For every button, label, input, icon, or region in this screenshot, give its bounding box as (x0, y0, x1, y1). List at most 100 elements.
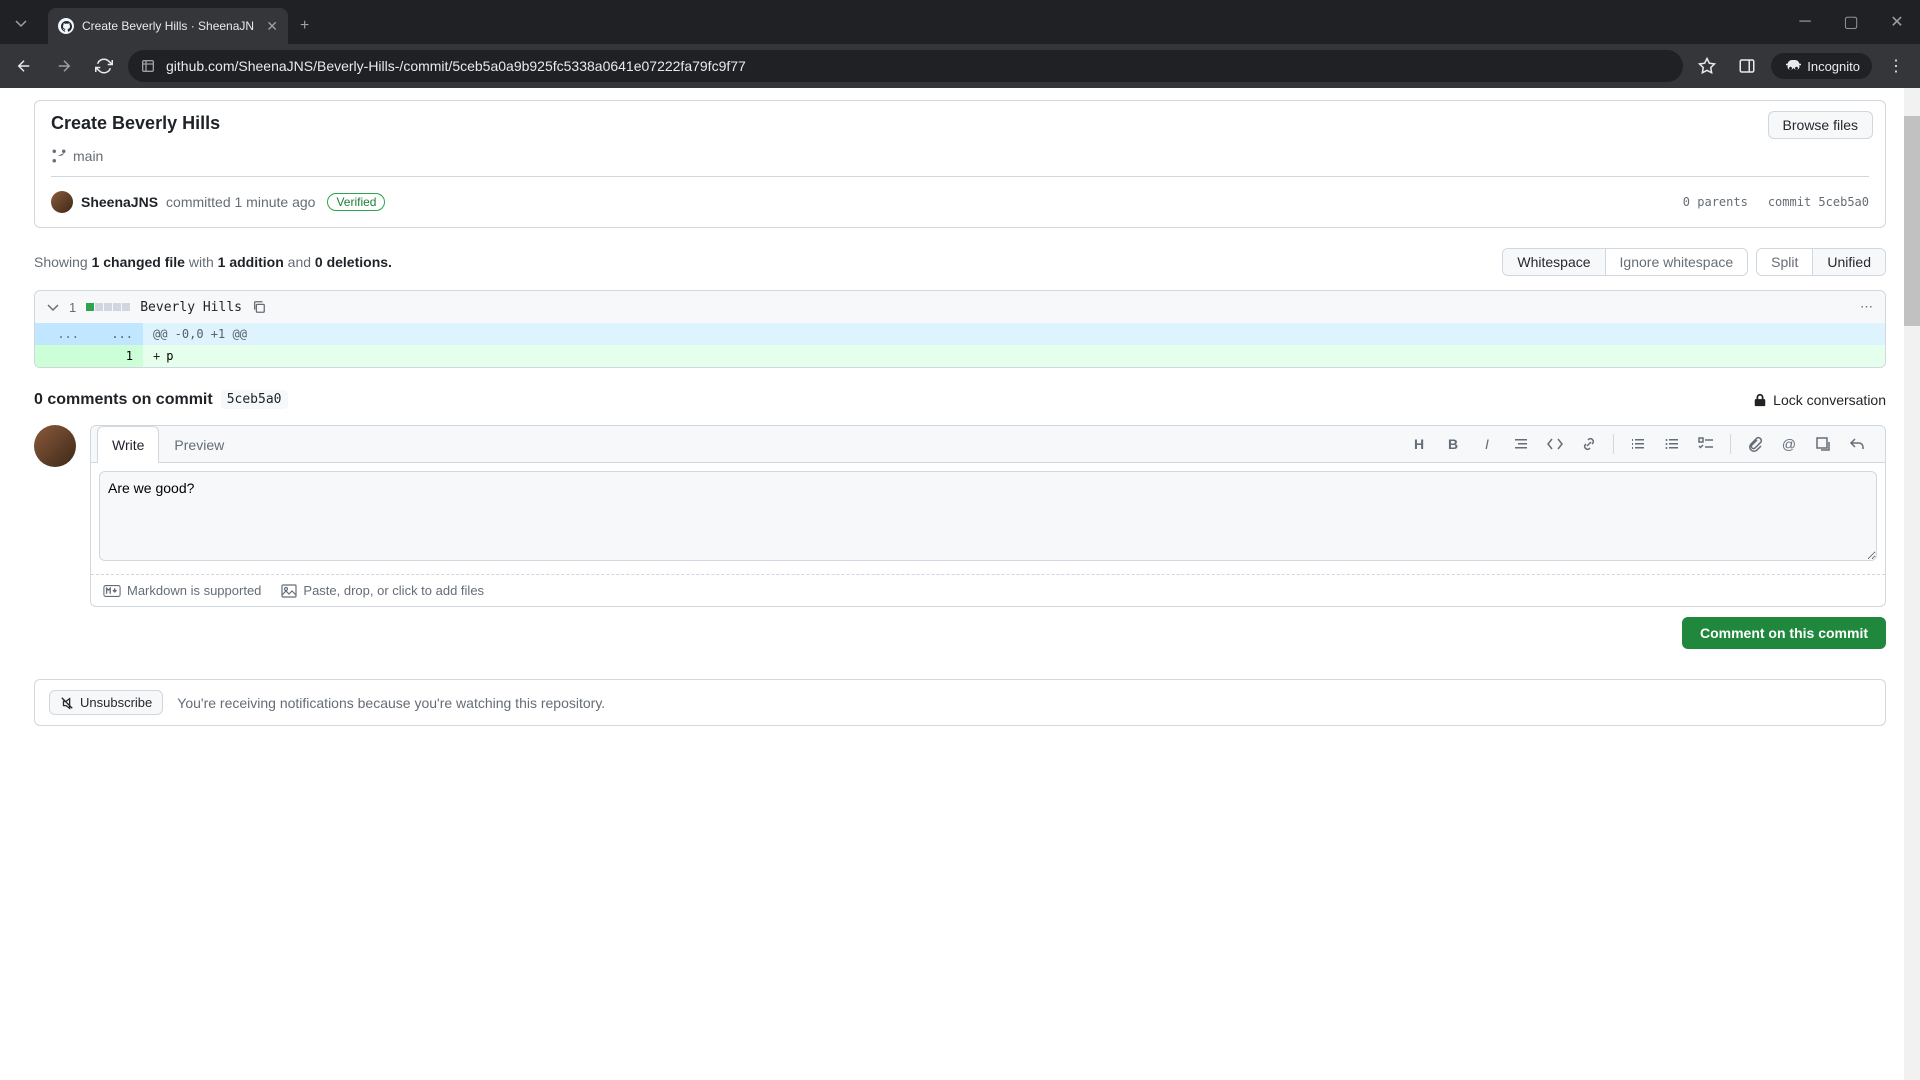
split-button[interactable]: Split (1757, 249, 1812, 275)
commit-header: Create Beverly Hills Browse files main S… (34, 100, 1886, 228)
copy-path-icon[interactable] (252, 300, 266, 314)
quote-icon[interactable] (1505, 428, 1537, 460)
browser-menu-icon[interactable]: ⋮ (1880, 50, 1912, 82)
comments-heading: 0 comments on commit 5ceb5a0 Lock conver… (34, 390, 1886, 409)
markdown-help-link[interactable]: Markdown is supported (103, 583, 261, 598)
ordered-list-icon[interactable] (1622, 428, 1654, 460)
diff-stats-text: Showing 1 changed file with 1 addition a… (34, 254, 392, 270)
verified-badge[interactable]: Verified (327, 193, 385, 211)
current-user-avatar[interactable] (34, 425, 76, 467)
branch-row: main (51, 148, 1869, 164)
reply-icon[interactable] (1841, 428, 1873, 460)
new-tab-button[interactable]: + (288, 8, 321, 44)
browse-files-button[interactable]: Browse files (1768, 111, 1873, 139)
expand-down-icon[interactable]: ... (89, 323, 143, 345)
unordered-list-icon[interactable] (1656, 428, 1688, 460)
author-name[interactable]: SheenaJNS (81, 194, 158, 210)
address-bar[interactable]: github.com/SheenaJNS/Beverly-Hills-/comm… (128, 50, 1683, 82)
collapse-file-icon[interactable] (47, 301, 59, 313)
hunk-header: ... ... @@ -0,0 +1 @@ (35, 323, 1885, 345)
ignore-whitespace-button[interactable]: Ignore whitespace (1605, 249, 1748, 275)
diff-stat-squares (86, 303, 130, 311)
whitespace-button[interactable]: Whitespace (1503, 249, 1604, 275)
write-tab[interactable]: Write (97, 426, 159, 463)
branch-icon (51, 148, 67, 164)
vertical-scrollbar[interactable] (1904, 88, 1920, 1080)
tab-close-icon[interactable]: ✕ (266, 18, 278, 35)
reload-button[interactable] (88, 50, 120, 82)
incognito-badge[interactable]: Incognito (1771, 53, 1872, 79)
italic-icon[interactable]: I (1471, 428, 1503, 460)
maximize-button[interactable]: ▢ (1828, 0, 1874, 44)
mute-icon (60, 696, 74, 710)
diff-stats-row: Showing 1 changed file with 1 addition a… (34, 248, 1886, 276)
back-button[interactable] (8, 50, 40, 82)
author-row: SheenaJNS committed 1 minute ago Verifie… (51, 176, 1869, 213)
lock-conversation-button[interactable]: Lock conversation (1753, 392, 1886, 408)
diff-view-toggle: Split Unified (1756, 248, 1886, 276)
comment-textarea[interactable]: Are we good? (99, 471, 1877, 561)
window-controls: ─ ▢ ✕ (1782, 0, 1920, 44)
diff-line-added: 1 +p (35, 345, 1885, 367)
hunk-text: @@ -0,0 +1 @@ (143, 323, 257, 345)
comment-form: Write Preview H B I (34, 425, 1886, 649)
branch-name[interactable]: main (73, 148, 103, 164)
incognito-label: Incognito (1807, 59, 1860, 74)
expand-up-icon[interactable]: ... (35, 323, 89, 345)
bookmark-icon[interactable] (1691, 50, 1723, 82)
browser-tab-strip: Create Beverly Hills · SheenaJN ✕ + ─ ▢ … (0, 0, 1920, 44)
diff-file: 1 Beverly Hills ⋯ ... ... @@ -0,0 +1 @@ … (34, 290, 1886, 368)
markdown-toolbar: H B I (1403, 428, 1879, 460)
unified-button[interactable]: Unified (1812, 249, 1885, 275)
diff-change-count: 1 (69, 300, 76, 315)
attach-file-link[interactable]: Paste, drop, or click to add files (281, 583, 484, 598)
commit-sha-box: 5ceb5a0 (221, 390, 288, 409)
minimize-button[interactable]: ─ (1782, 0, 1828, 44)
attach-icon[interactable] (1739, 428, 1771, 460)
site-info-icon[interactable] (140, 58, 156, 74)
code-icon[interactable] (1539, 428, 1571, 460)
commit-meta: 0 parents commit 5ceb5a0 (1683, 195, 1869, 209)
whitespace-toggle: Whitespace Ignore whitespace (1502, 248, 1748, 276)
panel-icon[interactable] (1731, 50, 1763, 82)
url-text: github.com/SheenaJNS/Beverly-Hills-/comm… (166, 58, 746, 74)
heading-icon[interactable]: H (1403, 428, 1435, 460)
diff-body: ... ... @@ -0,0 +1 @@ 1 +p (35, 323, 1885, 367)
bold-icon[interactable]: B (1437, 428, 1469, 460)
diff-file-header: 1 Beverly Hills ⋯ (35, 291, 1885, 323)
comment-tabs: Write Preview H B I (91, 426, 1885, 463)
parents-count: 0 parents (1683, 195, 1748, 209)
author-avatar[interactable] (51, 191, 73, 213)
old-line-num[interactable] (35, 345, 89, 367)
new-line-num[interactable]: 1 (89, 345, 143, 367)
forward-button[interactable] (48, 50, 80, 82)
submit-row: Comment on this commit (90, 617, 1886, 649)
commit-sha-label: commit 5ceb5a0 (1768, 195, 1869, 209)
diff-filename[interactable]: Beverly Hills (140, 300, 242, 315)
github-favicon-icon (58, 18, 74, 34)
subscribe-box: Unsubscribe You're receiving notificatio… (34, 679, 1886, 726)
tab-search-icon[interactable] (0, 2, 42, 44)
comment-submit-button[interactable]: Comment on this commit (1682, 617, 1886, 649)
image-icon (281, 584, 297, 598)
close-window-button[interactable]: ✕ (1874, 0, 1920, 44)
line-content: +p (143, 345, 183, 367)
page-content: Create Beverly Hills Browse files main S… (0, 88, 1920, 1080)
scrollbar-thumb[interactable] (1904, 116, 1920, 326)
file-menu-icon[interactable]: ⋯ (1860, 299, 1873, 315)
subscribe-reason: You're receiving notifications because y… (177, 695, 605, 711)
comment-box: Write Preview H B I (90, 425, 1886, 607)
browser-toolbar: github.com/SheenaJNS/Beverly-Hills-/comm… (0, 44, 1920, 88)
preview-tab[interactable]: Preview (159, 426, 239, 463)
link-icon[interactable] (1573, 428, 1605, 460)
view-options: Whitespace Ignore whitespace Split Unifi… (1502, 248, 1886, 276)
committed-time: committed 1 minute ago (166, 194, 315, 210)
incognito-icon (1783, 57, 1801, 75)
browser-tab[interactable]: Create Beverly Hills · SheenaJN ✕ (48, 8, 288, 44)
commit-title: Create Beverly Hills (51, 113, 1869, 134)
reference-icon[interactable] (1807, 428, 1839, 460)
task-list-icon[interactable] (1690, 428, 1722, 460)
comment-footer: Markdown is supported Paste, drop, or cl… (91, 574, 1885, 606)
mention-icon[interactable]: @ (1773, 428, 1805, 460)
unsubscribe-button[interactable]: Unsubscribe (49, 690, 163, 715)
